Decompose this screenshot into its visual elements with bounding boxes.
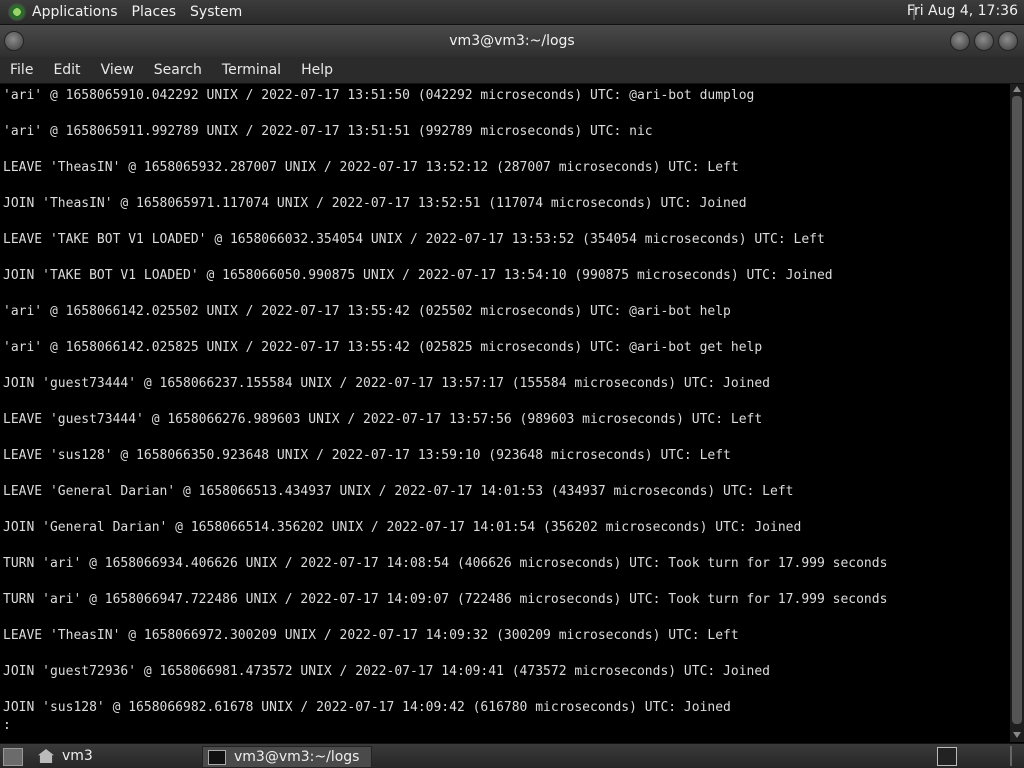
terminal-output[interactable]: 'ari' @ 1658065910.042292 UNIX / 2022-07… — [0, 84, 1010, 742]
menu-search[interactable]: Search — [144, 62, 212, 78]
scrollbar-thumb[interactable] — [1012, 96, 1022, 724]
menu-file[interactable]: File — [0, 62, 43, 78]
close-button[interactable] — [998, 31, 1018, 51]
terminal-line: 'ari' @ 1658066142.025502 UNIX / 2022-07… — [3, 304, 731, 319]
terminal-scrollbar[interactable] — [1010, 84, 1024, 742]
menu-view[interactable]: View — [91, 62, 144, 78]
terminal-line: LEAVE 'sus128' @ 1658066350.923648 UNIX … — [3, 448, 731, 463]
maximize-button[interactable] — [974, 31, 994, 51]
terminal-line: JOIN 'guest73444' @ 1658066237.155584 UN… — [3, 376, 771, 391]
terminal-line: 'ari' @ 1658065910.042292 UNIX / 2022-07… — [3, 88, 755, 103]
show-desktop-icon[interactable] — [3, 748, 23, 766]
workspace-switcher-icon[interactable] — [937, 747, 957, 766]
bottom-panel: vm3 vm3@vm3:~/logs — [0, 743, 1024, 768]
scroll-down-arrow-icon[interactable] — [1013, 732, 1021, 738]
terminal-task-label: vm3@vm3:~/logs — [234, 749, 360, 765]
home-folder-label: vm3 — [62, 748, 93, 764]
places-menu[interactable]: Places — [132, 4, 177, 20]
terminal-line: JOIN 'TheasIN' @ 1658065971.117074 UNIX … — [3, 196, 747, 211]
terminal-line: LEAVE 'General Darian' @ 1658066513.4349… — [3, 484, 794, 499]
terminal-line: JOIN 'TAKE BOT V1 LOADED' @ 1658066050.9… — [3, 268, 833, 283]
terminal-line: 'ari' @ 1658065911.992789 UNIX / 2022-07… — [3, 124, 653, 139]
terminal-line: TURN 'ari' @ 1658066934.406626 UNIX / 20… — [3, 556, 888, 571]
terminal-line: JOIN 'General Darian' @ 1658066514.35620… — [3, 520, 802, 535]
applications-menu[interactable]: Applications — [32, 4, 118, 20]
terminal-line: LEAVE 'TheasIN' @ 1658065932.287007 UNIX… — [3, 160, 739, 175]
menu-edit[interactable]: Edit — [43, 62, 90, 78]
terminal-task-button[interactable]: vm3@vm3:~/logs — [202, 746, 372, 768]
home-folder-icon — [38, 749, 54, 763]
terminal-line: LEAVE 'TAKE BOT V1 LOADED' @ 1658066032.… — [3, 232, 825, 247]
top-panel: Applications Places System Fri Aug 4, 17… — [0, 0, 1024, 25]
terminal-line: 'ari' @ 1658066142.025825 UNIX / 2022-07… — [3, 340, 763, 355]
scroll-up-arrow-icon[interactable] — [1013, 86, 1021, 92]
window-titlebar[interactable]: vm3@vm3:~/logs — [0, 25, 1024, 57]
terminal-line: LEAVE 'TheasIN' @ 1658066972.300209 UNIX… — [3, 628, 739, 643]
window-menu-button[interactable] — [4, 31, 24, 51]
menubar: File Edit View Search Terminal Help — [0, 57, 1024, 84]
window-title: vm3@vm3:~/logs — [449, 33, 575, 49]
terminal-line: TURN 'ari' @ 1658066947.722486 UNIX / 20… — [3, 592, 888, 607]
menu-help[interactable]: Help — [291, 62, 343, 78]
minimize-button[interactable] — [950, 31, 970, 51]
clock[interactable]: Fri Aug 4, 17:36 — [907, 3, 1018, 19]
system-menu[interactable]: System — [190, 4, 242, 20]
gnome-logo-icon[interactable] — [8, 3, 26, 21]
terminal-line: JOIN 'sus128' @ 1658066982.61678 UNIX / … — [3, 700, 731, 715]
terminal-line: : — [3, 718, 11, 733]
terminal-icon — [208, 749, 226, 765]
log-text: 'ari' @ 1658065910.042292 UNIX / 2022-07… — [0, 84, 1010, 735]
terminal-line: LEAVE 'guest73444' @ 1658066276.989603 U… — [3, 412, 763, 427]
home-folder-task[interactable]: vm3 — [38, 746, 93, 766]
terminal-line: JOIN 'guest72936' @ 1658066981.473572 UN… — [3, 664, 771, 679]
panel-separator — [1010, 746, 1012, 766]
menu-terminal[interactable]: Terminal — [212, 62, 291, 78]
